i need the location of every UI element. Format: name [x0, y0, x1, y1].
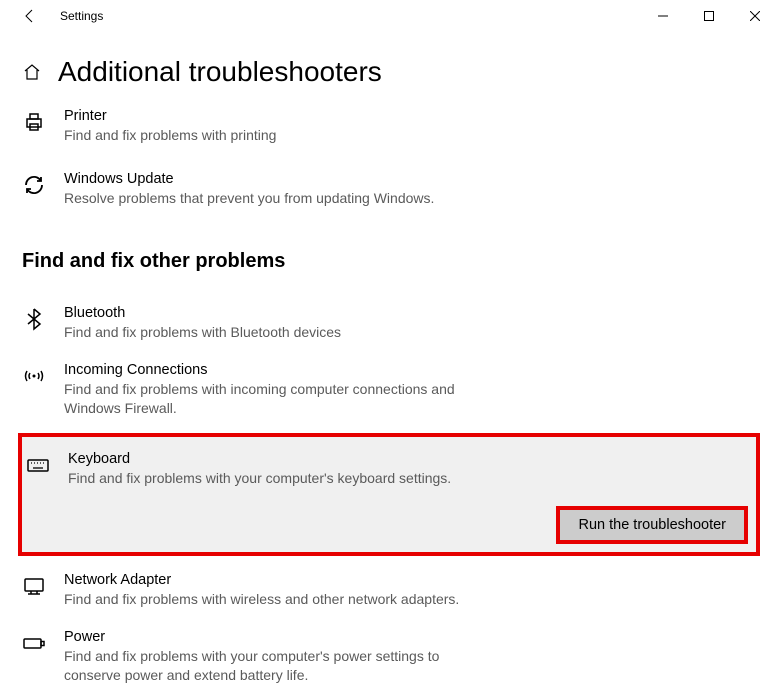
troubleshooter-title: Printer [64, 108, 756, 124]
troubleshooter-desc: Resolve problems that prevent you from u… [64, 189, 494, 208]
troubleshooter-desc: Find and fix problems with wireless and … [64, 590, 494, 609]
bluetooth-icon [22, 307, 46, 331]
printer-icon [22, 110, 46, 134]
troubleshooter-windows-update[interactable]: Windows Update Resolve problems that pre… [22, 165, 756, 214]
window-controls [640, 0, 778, 32]
page-title: Additional troubleshooters [58, 56, 382, 88]
troubleshooter-title: Power [64, 629, 756, 645]
troubleshooter-printer[interactable]: Printer Find and fix problems with print… [22, 102, 756, 151]
titlebar: Settings [0, 0, 778, 32]
network-icon [22, 574, 46, 598]
page-header: Additional troubleshooters [0, 32, 778, 102]
troubleshooter-desc: Find and fix problems with your computer… [68, 469, 498, 488]
troubleshooter-title: Network Adapter [64, 572, 756, 588]
troubleshooter-title: Windows Update [64, 171, 756, 187]
window-title: Settings [60, 9, 103, 23]
troubleshooter-title: Bluetooth [64, 305, 756, 321]
troubleshooter-bluetooth[interactable]: Bluetooth Find and fix problems with Blu… [22, 295, 756, 352]
troubleshooter-desc: Find and fix problems with printing [64, 126, 494, 145]
troubleshooter-title: Keyboard [68, 451, 752, 467]
troubleshooter-network-adapter[interactable]: Network Adapter Find and fix problems wi… [22, 562, 756, 619]
troubleshooter-title: Incoming Connections [64, 362, 756, 378]
maximize-button[interactable] [686, 0, 732, 32]
run-troubleshooter-button[interactable]: Run the troubleshooter [556, 506, 748, 544]
troubleshooter-keyboard[interactable]: Keyboard Find and fix problems with your… [26, 445, 752, 492]
troubleshooter-desc: Find and fix problems with Bluetooth dev… [64, 323, 494, 342]
incoming-icon [22, 364, 46, 388]
troubleshooter-power[interactable]: Power Find and fix problems with your co… [22, 619, 756, 695]
minimize-button[interactable] [640, 0, 686, 32]
troubleshooter-desc: Find and fix problems with your computer… [64, 647, 494, 685]
troubleshooter-desc: Find and fix problems with incoming comp… [64, 380, 494, 418]
keyboard-icon [26, 453, 50, 477]
section-header: Find and fix other problems [22, 250, 756, 273]
close-button[interactable] [732, 0, 778, 32]
troubleshooter-incoming-connections[interactable]: Incoming Connections Find and fix proble… [22, 352, 756, 428]
power-icon [22, 631, 46, 655]
home-icon[interactable] [22, 62, 42, 82]
back-button[interactable] [18, 4, 42, 28]
update-icon [22, 173, 46, 197]
content: Printer Find and fix problems with print… [0, 102, 778, 695]
troubleshooter-keyboard-highlighted: Keyboard Find and fix problems with your… [18, 433, 760, 556]
